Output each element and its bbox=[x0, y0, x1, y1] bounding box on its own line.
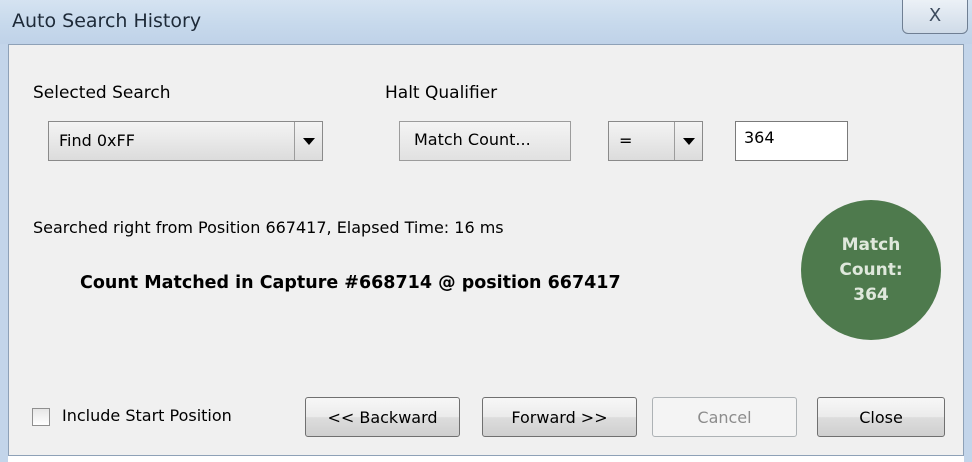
search-status-text: Searched right from Position 667417, Ela… bbox=[33, 218, 504, 237]
count-value-input[interactable]: 364 bbox=[735, 121, 848, 161]
match-count-indicator: Match Count: 364 bbox=[801, 200, 941, 340]
count-value-text: 364 bbox=[744, 128, 775, 147]
operator-dropdown[interactable]: = bbox=[608, 121, 703, 161]
selected-search-value: Find 0xFF bbox=[59, 131, 135, 150]
selected-search-dropdown[interactable]: Find 0xFF bbox=[48, 121, 323, 161]
window-title: Auto Search History bbox=[12, 10, 202, 32]
indicator-line-3: 364 bbox=[853, 284, 889, 305]
indicator-line-1: Match bbox=[841, 234, 901, 255]
selected-search-label: Selected Search bbox=[33, 83, 171, 103]
include-start-label[interactable]: Include Start Position bbox=[62, 406, 232, 425]
backward-button[interactable]: << Backward bbox=[305, 397, 460, 437]
match-count-label: Match Count... bbox=[414, 130, 531, 149]
window-frame-right bbox=[964, 44, 972, 462]
halt-qualifier-label: Halt Qualifier bbox=[385, 83, 498, 103]
forward-button[interactable]: Forward >> bbox=[482, 397, 637, 437]
include-start-checkbox[interactable] bbox=[32, 408, 50, 426]
match-result-text: Count Matched in Capture #668714 @ posit… bbox=[80, 273, 621, 293]
operator-value: = bbox=[619, 131, 633, 150]
close-window-button[interactable]: X bbox=[902, 0, 968, 34]
chevron-down-icon bbox=[294, 122, 322, 160]
close-icon: X bbox=[928, 4, 942, 26]
window-frame-left bbox=[0, 44, 8, 462]
cancel-button[interactable]: Cancel bbox=[652, 397, 797, 437]
chevron-down-icon bbox=[674, 122, 702, 160]
close-button[interactable]: Close bbox=[817, 397, 945, 437]
match-count-button[interactable]: Match Count... bbox=[399, 121, 571, 161]
indicator-line-2: Count: bbox=[839, 259, 903, 280]
title-bar: Auto Search History X bbox=[0, 0, 972, 44]
